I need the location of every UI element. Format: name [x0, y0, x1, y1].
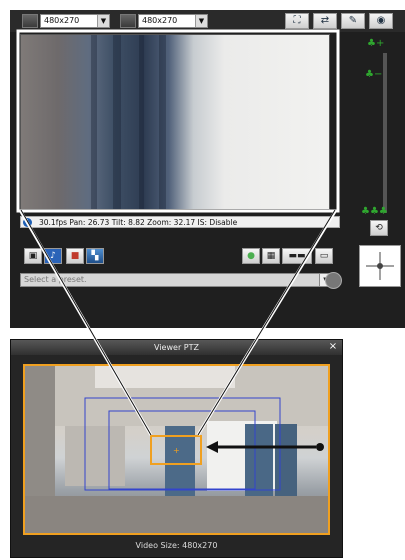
callout-line-right-shadow	[197, 209, 336, 436]
callout-box	[16, 29, 340, 213]
callout-overlay	[16, 29, 340, 453]
arrow-start-dot	[316, 443, 324, 451]
callout-line-left-shadow	[20, 209, 152, 436]
arrow-head-icon	[206, 441, 218, 453]
